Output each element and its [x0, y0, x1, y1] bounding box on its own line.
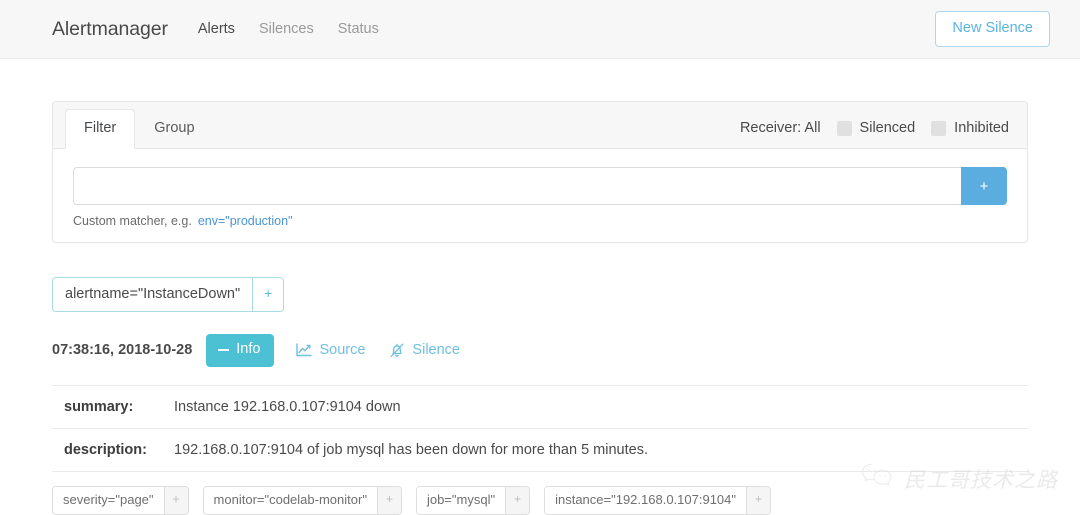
label-chip-text: severity="page": [53, 486, 164, 514]
bell-slash-icon: [389, 343, 405, 358]
inhibited-toggle-box[interactable]: [931, 120, 947, 136]
label-chip-text: monitor="codelab-monitor": [203, 486, 377, 514]
label-chip-add-button[interactable]: +: [746, 486, 771, 514]
toggle-inhibited[interactable]: Inhibited: [931, 120, 1009, 136]
matcher-input[interactable]: [73, 167, 961, 205]
alert-group: alertname="InstanceDown" + 07:38:16, 201…: [52, 277, 1028, 515]
annotation-key: description:: [64, 441, 147, 458]
group-label-text: alertname="InstanceDown": [53, 278, 253, 312]
label-chip-monitor[interactable]: monitor="codelab-monitor" +: [202, 485, 402, 515]
nav-link-alerts[interactable]: Alerts: [198, 21, 235, 37]
nav-link-status[interactable]: Status: [338, 21, 379, 37]
chart-icon: [296, 343, 313, 357]
filter-tabs: Filter Group: [65, 102, 214, 149]
annotation-key: summary:: [64, 398, 134, 415]
annotation-row-summary: summary: Instance 192.168.0.107:9104 dow…: [52, 386, 1028, 429]
matcher-hint: Custom matcher, e.g. env="production": [73, 214, 1007, 228]
annotation-value: Instance 192.168.0.107:9104 down: [174, 398, 401, 415]
matcher-hint-example[interactable]: env="production": [198, 214, 293, 228]
annotation-value: 192.168.0.107:9104 of job mysql has been…: [174, 441, 648, 458]
nav-link-silences[interactable]: Silences: [259, 21, 314, 37]
info-button[interactable]: Info: [206, 334, 275, 367]
label-chip-severity[interactable]: severity="page" +: [52, 485, 189, 515]
info-button-label: Info: [236, 341, 261, 358]
label-chip-text: instance="192.168.0.107:9104": [545, 486, 747, 514]
label-chip-job[interactable]: job="mysql" +: [415, 485, 531, 515]
label-chip-add-button[interactable]: +: [505, 486, 530, 514]
group-label-chip[interactable]: alertname="InstanceDown" +: [52, 277, 285, 313]
new-silence-button[interactable]: New Silence: [935, 11, 1050, 47]
inhibited-label: Inhibited: [954, 120, 1009, 136]
annotation-row-description: description: 192.168.0.107:9104 of job m…: [52, 429, 1028, 472]
source-link-label: Source: [319, 342, 366, 359]
group-label-add-button[interactable]: +: [252, 278, 284, 312]
toggle-silenced[interactable]: Silenced: [836, 120, 916, 136]
alert-meta-row: 07:38:16, 2018-10-28 Info Source Silence: [52, 334, 1028, 367]
source-link[interactable]: Source: [296, 342, 365, 358]
top-navbar: Alertmanager Alerts Silences Status New …: [0, 0, 1080, 59]
tab-group[interactable]: Group: [135, 109, 213, 149]
filter-card-body: + Custom matcher, e.g. env="production": [53, 149, 1027, 242]
tab-filter[interactable]: Filter: [65, 108, 136, 149]
silence-link-label: Silence: [412, 342, 460, 359]
label-chip-text: job="mysql": [416, 486, 506, 514]
filter-header-controls: Receiver: All Silenced Inhibited: [740, 120, 1009, 148]
nav-links: Alerts Silences Status: [198, 21, 379, 37]
alert-timestamp: 07:38:16, 2018-10-28: [52, 342, 193, 359]
alert-labels-row: severity="page" + monitor="codelab-monit…: [52, 485, 1028, 515]
main-content: Filter Group Receiver: All Silenced Inhi…: [0, 59, 1080, 515]
matcher-add-button[interactable]: +: [961, 167, 1007, 205]
receiver-label[interactable]: Receiver: All: [740, 120, 821, 136]
label-chip-add-button[interactable]: +: [376, 486, 401, 514]
silenced-toggle-box[interactable]: [836, 120, 852, 136]
matcher-hint-text: Custom matcher, e.g.: [73, 214, 192, 228]
matcher-input-group: +: [73, 167, 1007, 205]
label-chip-add-button[interactable]: +: [163, 486, 188, 514]
app-brand: Alertmanager: [52, 17, 168, 40]
label-chip-instance[interactable]: instance="192.168.0.107:9104" +: [544, 485, 772, 515]
minus-icon: [218, 348, 230, 351]
filter-card: Filter Group Receiver: All Silenced Inhi…: [52, 101, 1028, 243]
silence-link[interactable]: Silence: [389, 342, 460, 358]
filter-card-header: Filter Group Receiver: All Silenced Inhi…: [53, 102, 1027, 149]
alert-annotations: summary: Instance 192.168.0.107:9104 dow…: [52, 384, 1028, 472]
silenced-label: Silenced: [859, 120, 916, 136]
